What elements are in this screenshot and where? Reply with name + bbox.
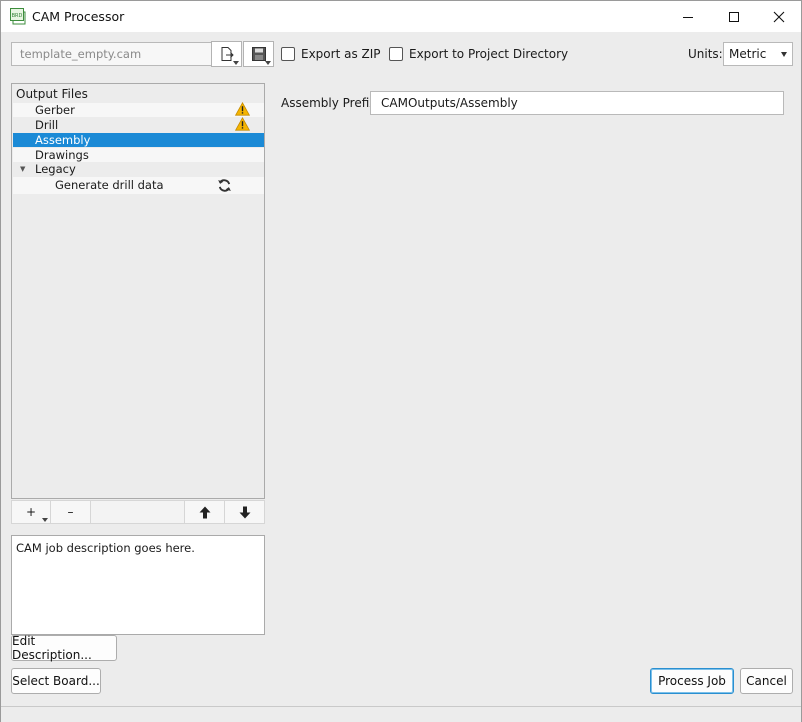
remove-output-button[interactable]: – xyxy=(51,501,91,523)
arrow-down-icon xyxy=(239,506,250,518)
tree-button-bar: + – xyxy=(11,500,265,524)
cam-processor-window: BRD CAM Processor template_empty.cam Exp… xyxy=(0,0,802,722)
tree-item-drawings[interactable]: Drawings xyxy=(13,148,264,162)
units-select[interactable]: Metric xyxy=(723,42,793,66)
warning-icon xyxy=(235,117,250,131)
tree-item-gerber[interactable]: Gerber xyxy=(13,102,264,117)
close-icon xyxy=(773,11,785,22)
open-file-icon xyxy=(221,47,234,61)
close-button[interactable] xyxy=(756,1,802,32)
assembly-prefix-label: Assembly Prefix xyxy=(281,96,377,110)
chevron-down-icon xyxy=(42,518,48,522)
chevron-down-icon xyxy=(781,52,787,57)
export-project-label: Export to Project Directory xyxy=(409,47,569,61)
move-up-button[interactable] xyxy=(185,501,225,523)
select-board-button[interactable]: Select Board... xyxy=(11,668,101,694)
minimize-icon xyxy=(683,16,693,18)
tree-item-label: Assembly xyxy=(35,133,91,147)
tree-item-label: Drawings xyxy=(35,148,89,162)
cam-file-field[interactable]: template_empty.cam xyxy=(11,42,212,66)
expand-arrow-icon[interactable]: ▼ xyxy=(20,162,25,176)
title-bar: BRD CAM Processor xyxy=(1,1,801,32)
refresh-icon[interactable] xyxy=(217,178,232,193)
svg-text:BRD: BRD xyxy=(12,13,23,19)
chevron-down-icon xyxy=(265,61,271,65)
board-app-icon: BRD xyxy=(10,8,26,25)
process-job-button[interactable]: Process Job xyxy=(650,668,734,694)
arrow-up-icon xyxy=(199,506,210,518)
assembly-prefix-input[interactable]: CAMOutputs/Assembly xyxy=(370,91,784,115)
tree-item-label: Legacy xyxy=(35,162,76,176)
button-bar-spacer xyxy=(91,501,185,523)
tree-item-legacy[interactable]: ▼ Legacy xyxy=(13,162,264,176)
job-description-box[interactable]: CAM job description goes here. xyxy=(11,535,265,635)
add-output-button[interactable]: + xyxy=(12,501,51,523)
maximize-icon xyxy=(729,11,739,22)
status-bar xyxy=(1,706,801,722)
open-file-button[interactable] xyxy=(211,41,242,67)
cancel-button[interactable]: Cancel xyxy=(740,668,793,694)
output-files-tree[interactable]: Output Files Gerber Drill Assembly Drawi… xyxy=(11,83,265,499)
move-down-button[interactable] xyxy=(225,501,264,523)
warning-icon xyxy=(235,102,250,116)
tree-item-assembly[interactable]: Assembly xyxy=(13,133,264,147)
export-zip-checkbox[interactable] xyxy=(281,47,295,61)
chevron-down-icon xyxy=(233,61,239,65)
units-label: Units: xyxy=(688,47,723,61)
edit-description-button[interactable]: Edit Description... xyxy=(11,634,117,662)
minimize-button[interactable] xyxy=(665,1,711,32)
tree-item-generate-drill-data[interactable]: Generate drill data xyxy=(13,177,264,194)
export-zip-label: Export as ZIP xyxy=(301,47,381,61)
units-value: Metric xyxy=(729,47,767,61)
tree-item-label: Drill xyxy=(35,118,59,132)
export-project-checkbox[interactable] xyxy=(389,47,403,61)
window-title: CAM Processor xyxy=(32,9,125,24)
maximize-button[interactable] xyxy=(711,1,757,32)
tree-header: Output Files xyxy=(16,87,88,101)
tree-item-drill[interactable]: Drill xyxy=(13,117,264,132)
save-file-button[interactable] xyxy=(243,41,274,67)
save-icon xyxy=(251,47,266,61)
tree-item-label: Generate drill data xyxy=(55,178,164,192)
tree-item-label: Gerber xyxy=(35,103,75,117)
